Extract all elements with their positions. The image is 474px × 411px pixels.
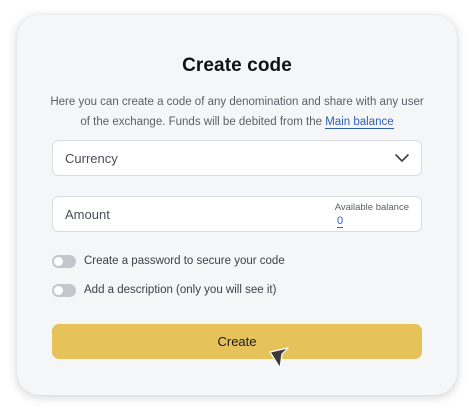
create-button[interactable]: Create [52,324,422,359]
password-toggle[interactable] [52,254,76,268]
toggle-knob [54,256,63,266]
available-balance-caption: Available balance [334,202,409,213]
amount-input[interactable]: Amount Available balance 0 [52,196,422,232]
description-toggle[interactable] [52,283,76,297]
mouse-cursor-icon [269,347,289,369]
currency-placeholder: Currency [65,151,118,166]
currency-select[interactable]: Currency [52,140,422,176]
dialog-title: Create code [182,55,292,76]
dialog-description: Here you can create a code of any denomi… [45,92,429,132]
chevron-down-icon [395,154,409,162]
available-balance-value[interactable]: 0 [337,215,344,228]
create-code-dialog: Create code Here you can create a code o… [17,15,457,395]
amount-placeholder: Amount [65,207,110,222]
description-option-label: Add a description (only you will see it) [84,284,277,296]
password-option: Create a password to secure your code [52,253,285,269]
password-option-label: Create a password to secure your code [84,255,285,267]
toggle-knob [54,285,63,295]
main-balance-link[interactable]: Main balance [325,116,394,129]
description-option: Add a description (only you will see it) [52,282,276,298]
